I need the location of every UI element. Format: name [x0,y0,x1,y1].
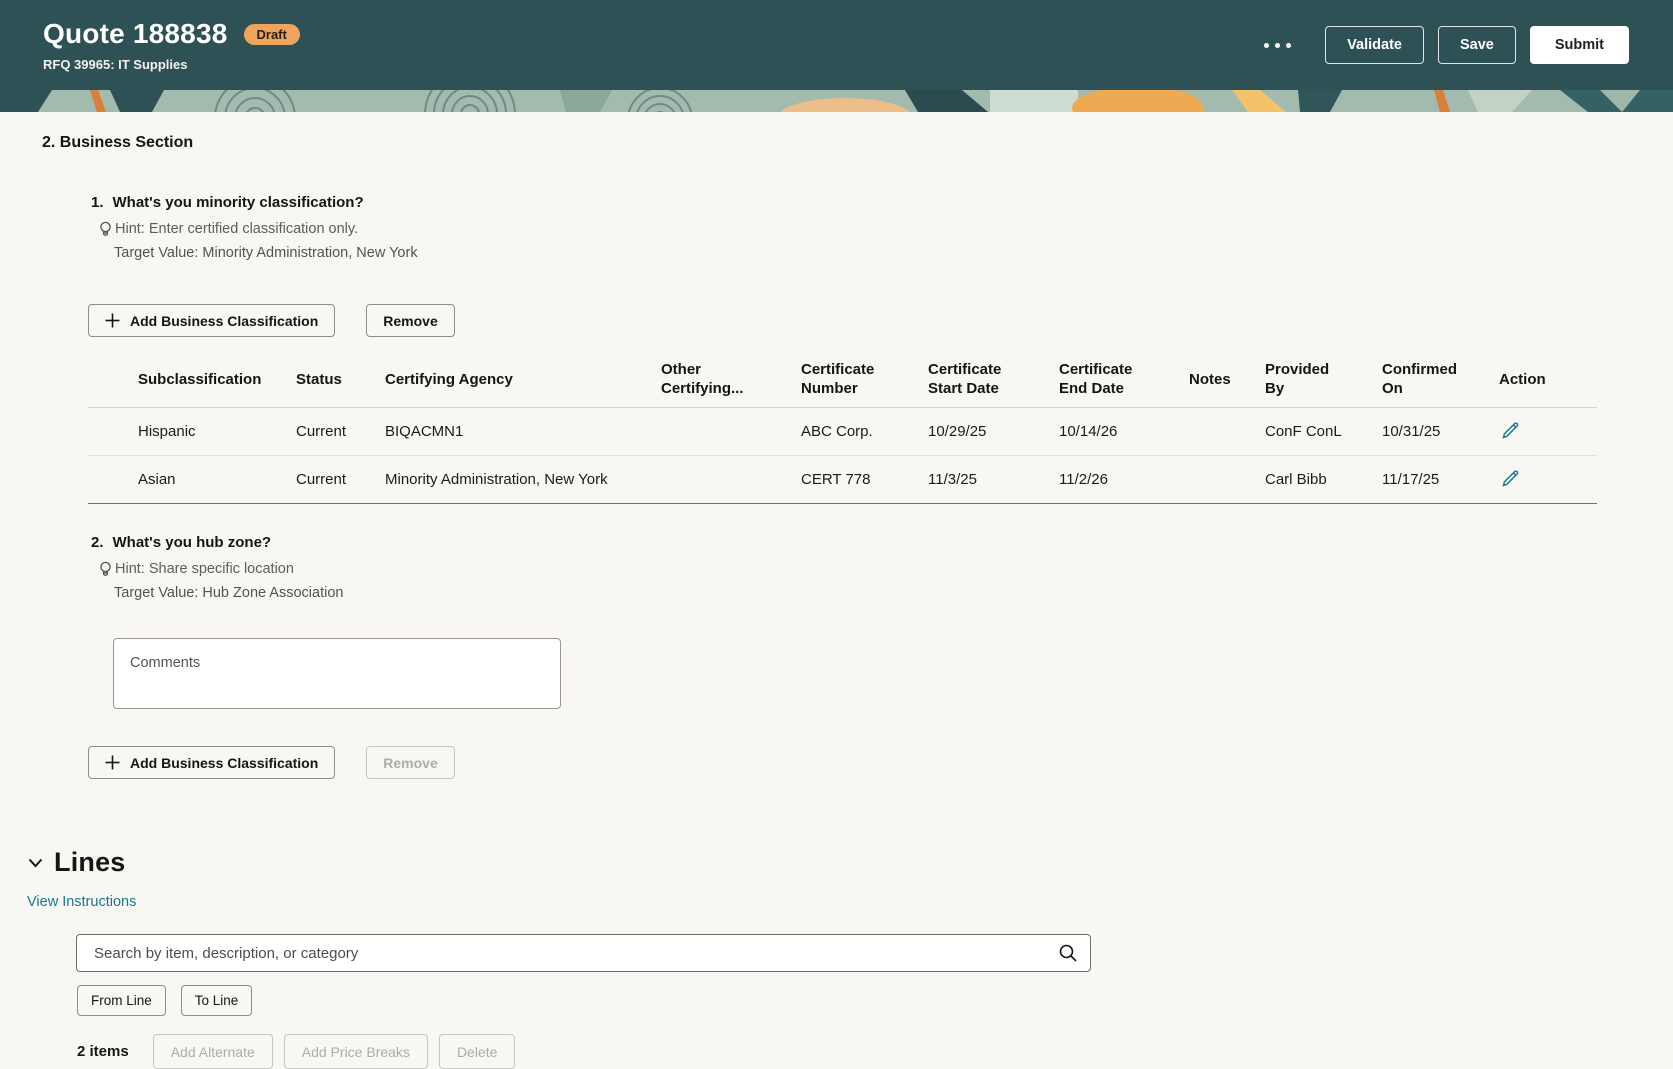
lightbulb-icon [99,561,112,578]
cell-provided-by: Carl Bibb [1215,456,1332,504]
cell-subclassification: Asian [88,456,246,504]
col-certifying-agency: Certifying Agency [335,351,611,408]
business-section-heading: 2. Business Section [42,134,1673,152]
chevron-down-icon [28,858,43,868]
col-provided-by: Provided By [1215,351,1332,408]
col-certificate-end-date: Certificate End Date [1009,351,1139,408]
cell-provided-by: ConF ConL [1215,408,1332,456]
search-icon[interactable] [1058,943,1078,963]
delete-button[interactable]: Delete [439,1034,515,1069]
comments-textarea[interactable] [113,638,561,709]
table-row[interactable]: Asian Current Minority Administration, N… [88,456,1597,504]
cell-action [1449,408,1597,456]
col-notes: Notes [1139,351,1215,408]
cell-certifying-agency: BIQACMN1 [335,408,611,456]
cell-confirmed-on: 10/31/25 [1332,408,1449,456]
quote-header: Quote 188838 Draft RFQ 39965: IT Supplie… [0,0,1673,90]
cell-other-certifying [611,408,751,456]
cell-other-certifying [611,456,751,504]
decorative-banner [0,90,1673,112]
line-range-filters: From Line To Line [77,985,1673,1016]
cell-certificate-end-date: 10/14/26 [1009,408,1139,456]
add-price-breaks-button[interactable]: Add Price Breaks [284,1034,428,1069]
status-badge: Draft [244,24,300,45]
lines-search [76,934,1091,972]
remove-classification-button-disabled[interactable]: Remove [366,746,454,779]
validate-button[interactable]: Validate [1325,26,1424,64]
view-instructions-link[interactable]: View Instructions [27,894,136,910]
remove-classification-button[interactable]: Remove [366,304,454,337]
cell-certificate-number: CERT 778 [751,456,878,504]
question-text: What's you hub zone? [113,532,272,554]
from-line-button[interactable]: From Line [77,985,166,1016]
cell-notes [1139,456,1215,504]
cell-subclassification: Hispanic [88,408,246,456]
lightbulb-icon [99,221,112,238]
more-actions-icon[interactable] [1258,37,1297,54]
plus-icon [105,313,120,328]
cell-action [1449,456,1597,504]
pencil-icon[interactable] [1499,467,1522,490]
col-certificate-number: Certificate Number [751,351,878,408]
cell-status: Current [246,408,335,456]
table-row[interactable]: Hispanic Current BIQACMN1 ABC Corp. 10/2… [88,408,1597,456]
cell-certificate-start-date: 10/29/25 [878,408,1009,456]
col-other-certifying: Other Certifying... [611,351,751,408]
add-business-classification-button[interactable]: Add Business Classification [88,304,335,337]
question-text: What's you minority classification? [113,192,364,214]
classification-toolbar-bottom: Add Business Classification Remove [88,746,1673,779]
question-target-value: Target Value: Hub Zone Association [91,583,1673,604]
add-business-classification-button[interactable]: Add Business Classification [88,746,335,779]
question-minority-classification: 1. What's you minority classification? H… [91,192,1673,264]
pencil-icon[interactable] [1499,419,1522,442]
rfq-subtitle: RFQ 39965: IT Supplies [43,57,300,72]
save-button[interactable]: Save [1438,26,1516,64]
lines-heading-label: Lines [54,847,126,878]
lines-section-header[interactable]: Lines [28,847,1673,878]
cell-certificate-start-date: 11/3/25 [878,456,1009,504]
add-alternate-button[interactable]: Add Alternate [153,1034,273,1069]
col-action: Action [1449,351,1597,408]
submit-button[interactable]: Submit [1530,26,1629,64]
items-count: 2 items [77,1043,129,1060]
table-header-row: Subclassification Status Certifying Agen… [88,351,1597,408]
search-input[interactable] [76,934,1091,972]
cell-status: Current [246,456,335,504]
page-title: Quote 188838 [43,18,228,50]
question-number: 2. [91,532,104,554]
question-number: 1. [91,192,104,214]
quote-header-info: Quote 188838 Draft RFQ 39965: IT Supplie… [43,18,300,72]
question-hint: Hint: Share specific location [115,559,294,580]
to-line-button[interactable]: To Line [181,985,253,1016]
question-hub-zone: 2. What's you hub zone? Hint: Share spec… [91,532,1673,604]
cell-certificate-number: ABC Corp. [751,408,878,456]
question-target-value: Target Value: Minority Administration, N… [91,243,1673,264]
col-confirmed-on: Confirmed On [1332,351,1449,408]
cell-certifying-agency: Minority Administration, New York [335,456,611,504]
cell-certificate-end-date: 11/2/26 [1009,456,1139,504]
col-certificate-start-date: Certificate Start Date [878,351,1009,408]
col-subclassification: Subclassification [88,351,246,408]
header-actions: Validate Save Submit [1258,26,1629,64]
cell-notes [1139,408,1215,456]
classification-toolbar-top: Add Business Classification Remove [88,304,1673,337]
lines-actions-row: 2 items Add Alternate Add Price Breaks D… [77,1034,1673,1069]
cell-confirmed-on: 11/17/25 [1332,456,1449,504]
question-hint: Hint: Enter certified classification onl… [115,219,358,240]
classification-table: Subclassification Status Certifying Agen… [88,351,1597,504]
plus-icon [105,755,120,770]
